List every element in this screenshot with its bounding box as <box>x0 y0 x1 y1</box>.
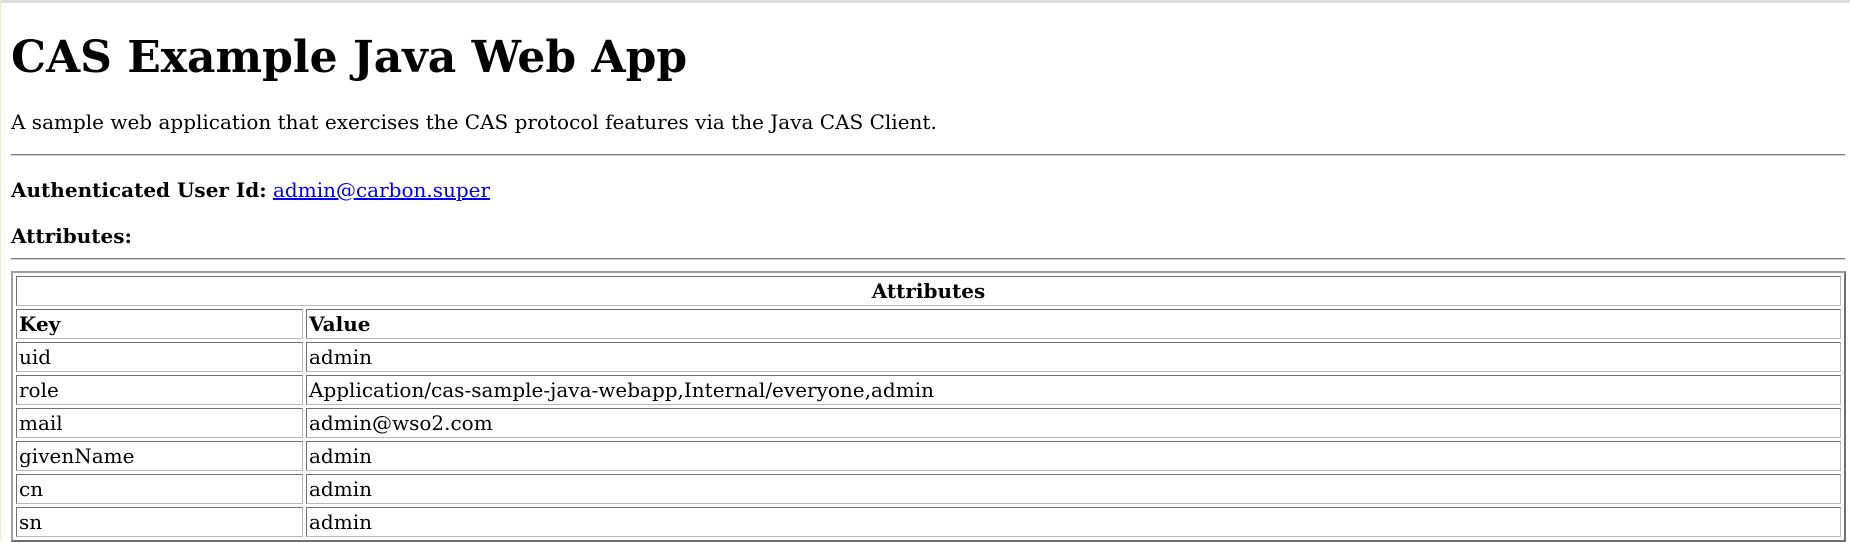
attributes-table: Attributes Key Value uid admin role Appl… <box>11 271 1846 542</box>
horizontal-divider <box>11 154 1845 156</box>
authenticated-user-link[interactable]: admin@carbon.super <box>273 178 490 202</box>
table-caption-row: Attributes <box>16 276 1841 306</box>
page-title: CAS Example Java Web App <box>11 32 688 83</box>
table-row: givenName admin <box>16 441 1841 471</box>
attribute-key: sn <box>16 507 303 537</box>
table-row: uid admin <box>16 342 1841 372</box>
column-header-value: Value <box>306 309 1841 339</box>
attribute-key: givenName <box>16 441 303 471</box>
attribute-value: admin@wso2.com <box>306 408 1841 438</box>
page-description: A sample web application that exercises … <box>11 110 937 134</box>
attribute-key: role <box>16 375 303 405</box>
authenticated-user-line: Authenticated User Id: admin@carbon.supe… <box>11 177 490 203</box>
attribute-key: cn <box>16 474 303 504</box>
authenticated-user-label: Authenticated User Id: <box>11 178 267 202</box>
attribute-value: admin <box>306 474 1841 504</box>
attribute-value: admin <box>306 441 1841 471</box>
attribute-key: uid <box>16 342 303 372</box>
attribute-key: mail <box>16 408 303 438</box>
table-header-row: Key Value <box>16 309 1841 339</box>
browser-top-edge <box>0 0 1850 3</box>
attribute-value: admin <box>306 507 1841 537</box>
horizontal-divider <box>11 258 1845 260</box>
table-row: cn admin <box>16 474 1841 504</box>
table-row: mail admin@wso2.com <box>16 408 1841 438</box>
attributes-heading: Attributes: <box>11 224 132 248</box>
browser-left-edge <box>0 0 1 541</box>
attribute-value: Application/cas-sample-java-webapp,Inter… <box>306 375 1841 405</box>
table-caption: Attributes <box>16 276 1841 306</box>
table-row: sn admin <box>16 507 1841 537</box>
table-row: role Application/cas-sample-java-webapp,… <box>16 375 1841 405</box>
column-header-key: Key <box>16 309 303 339</box>
attribute-value: admin <box>306 342 1841 372</box>
